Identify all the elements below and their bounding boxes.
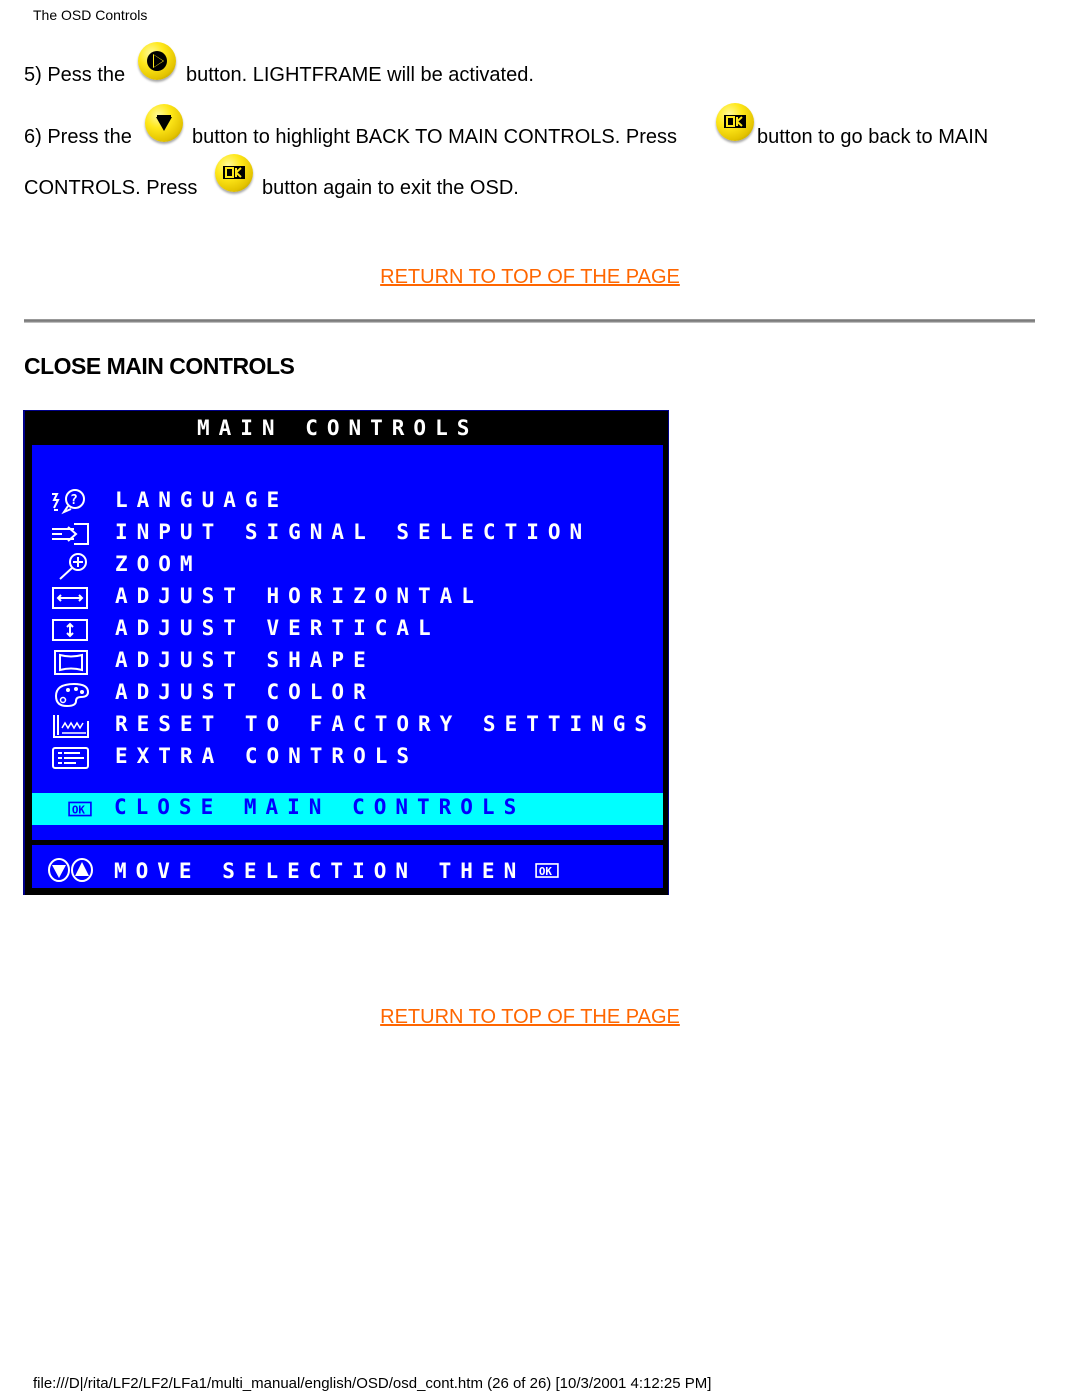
osd-item-adjust-color: ADJUST COLOR <box>32 679 663 709</box>
input-signal-icon <box>52 523 89 545</box>
down-arrow-button-icon <box>145 104 183 142</box>
osd-item-zoom: ZOOM <box>32 551 663 581</box>
osd-item-label: INPUT SIGNAL SELECTION <box>115 520 592 544</box>
section-title: CLOSE MAIN CONTROLS <box>24 353 295 379</box>
osd-footer: MOVE SELECTION THEN OK <box>32 845 663 888</box>
osd-item-label: ZOOM <box>115 552 202 576</box>
return-to-top-link[interactable]: RETURN TO TOP OF THE PAGE <box>0 1006 1060 1029</box>
osd-item-label: ADJUST SHAPE <box>115 648 375 672</box>
step-6-text-2: button to go back to MAIN <box>757 126 989 148</box>
zoom-icon <box>59 553 87 580</box>
extra-controls-icon <box>52 747 89 769</box>
svg-text:?: ? <box>70 493 78 508</box>
osd-item-close-main-controls: OK CLOSE MAIN CONTROLS <box>32 793 663 825</box>
footer-file-path: file:///D|/rita/LF2/LF2/LFa1/multi_manua… <box>33 1375 712 1392</box>
color-palette-icon <box>54 682 90 708</box>
ok-icon: OK <box>68 801 92 816</box>
osd-item-label: RESET TO FACTORY SETTINGS <box>115 712 657 736</box>
vertical-icon <box>52 619 88 641</box>
osd-item-extra-controls: EXTRA CONTROLS <box>32 743 663 773</box>
osd-item-adjust-horizontal: ADJUST HORIZONTAL <box>32 583 663 613</box>
horizontal-icon <box>52 587 88 609</box>
osd-item-adjust-shape: ADJUST SHAPE <box>32 647 663 677</box>
osd-title-bar: MAIN CONTROLS <box>25 411 668 444</box>
osd-menu: ? LANGUAGE INPUT SIGNAL SELECTION ZOOM A… <box>32 445 663 840</box>
step-6-line2-text: button again to exit the OSD. <box>262 177 519 199</box>
ok-button-icon <box>215 154 253 192</box>
svg-text:OK: OK <box>72 803 86 816</box>
osd-item-adjust-vertical: ADJUST VERTICAL <box>32 615 663 645</box>
horizontal-divider <box>24 319 1035 323</box>
ok-icon: OK <box>535 863 559 878</box>
language-icon: ? <box>52 489 85 515</box>
osd-item-label: LANGUAGE <box>115 488 289 512</box>
factory-reset-icon <box>53 715 89 738</box>
page-header-title: The OSD Controls <box>33 7 148 23</box>
osd-item-input-signal: INPUT SIGNAL SELECTION <box>32 519 663 549</box>
osd-item-label: EXTRA CONTROLS <box>115 744 419 768</box>
ok-button-icon <box>716 103 754 141</box>
return-to-top-link[interactable]: RETURN TO TOP OF THE PAGE <box>0 266 1060 289</box>
osd-item-label: ADJUST COLOR <box>115 680 375 704</box>
right-arrow-button-icon <box>138 42 176 80</box>
osd-title: MAIN CONTROLS <box>197 416 479 440</box>
svg-text:OK: OK <box>539 865 553 878</box>
osd-item-label: ADJUST VERTICAL <box>115 616 440 640</box>
osd-item-factory-reset: RESET TO FACTORY SETTINGS <box>32 711 663 741</box>
osd-main-controls-image: MAIN CONTROLS ? LANGUAGE INPUT SIGNAL SE… <box>23 410 669 895</box>
step-5-prefix: 5) Pess the <box>24 64 126 86</box>
step-5-text: button. LIGHTFRAME will be activated. <box>186 64 534 86</box>
up-down-arrows-icon <box>48 858 93 882</box>
osd-item-label: ADJUST HORIZONTAL <box>115 584 483 608</box>
step-6-text: button to highlight BACK TO MAIN CONTROL… <box>192 126 677 148</box>
step-6-prefix: 6) Press the <box>24 126 132 148</box>
osd-footer-label: MOVE SELECTION THEN <box>114 859 526 883</box>
osd-item-language: ? LANGUAGE <box>32 487 663 517</box>
shape-icon <box>54 650 88 675</box>
osd-item-label: CLOSE MAIN CONTROLS <box>114 795 526 819</box>
step-6-line2: CONTROLS. Press <box>24 177 198 199</box>
